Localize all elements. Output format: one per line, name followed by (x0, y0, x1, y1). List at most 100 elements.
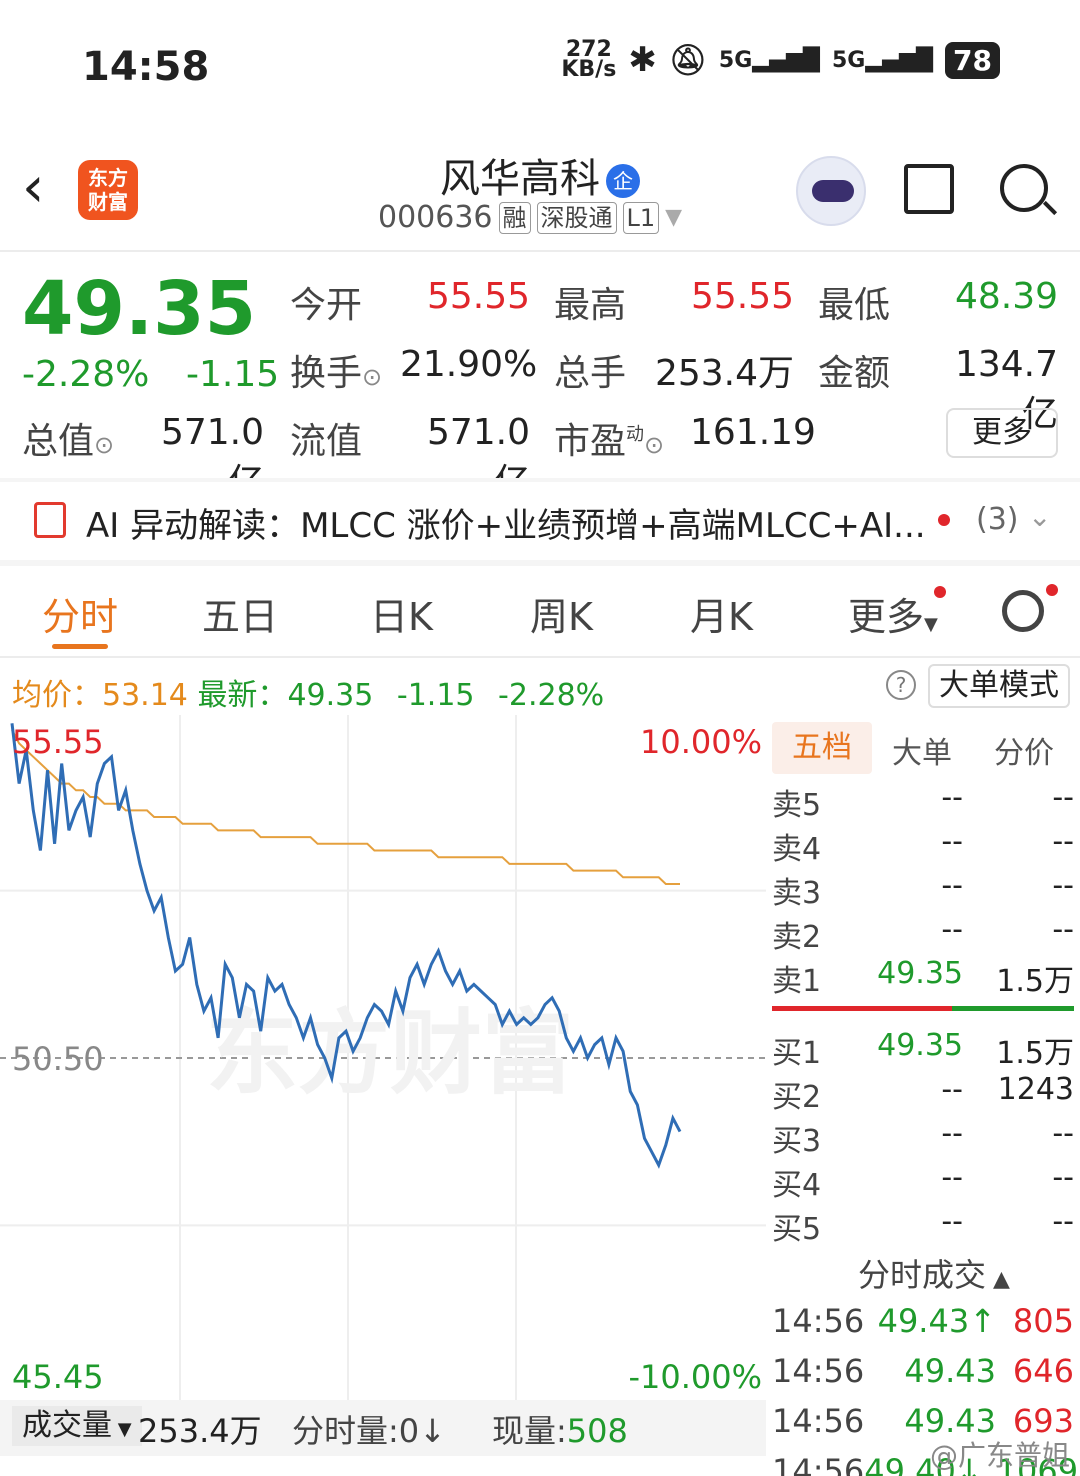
sell-level-row[interactable]: 卖5 -- -- (772, 780, 1074, 824)
float-cap-label: 流值 (290, 421, 363, 462)
pe-label: 市盈动⊙ (554, 421, 665, 462)
info-icon: ⊙ (644, 431, 665, 459)
gear-icon[interactable] (1002, 590, 1044, 632)
volume-label: 总手 (554, 353, 627, 394)
buy-level-price: 49.35 (877, 1028, 963, 1063)
buy-level-volume: -- (1052, 1116, 1074, 1151)
sell-level-volume: -- (1052, 912, 1074, 947)
buy-level-label: 买5 (772, 1212, 822, 1247)
sell-ratio-bar (772, 1006, 952, 1011)
volume-selector[interactable]: 成交量 ▼ (12, 1406, 142, 1446)
buy-level-row[interactable]: 买3 -- -- (772, 1116, 1074, 1160)
trades-title[interactable]: 分时成交 ▲ (858, 1250, 1010, 1296)
sell-level-price: -- (941, 912, 963, 947)
turnover-label: 换手⊙ (290, 353, 383, 394)
avg-value: 53.14 (102, 678, 188, 713)
sell-level-row[interactable]: 卖2 -- -- (772, 912, 1074, 956)
ai-insight-text[interactable]: AI 异动解读：MLCC 涨价+业绩预增+高端MLCC+AI... (86, 498, 926, 547)
y-tick-low: 45.45 (12, 1358, 104, 1396)
credit-watermark: @广东普姐 (930, 1439, 1071, 1472)
tab-monthly-k[interactable]: 月K (690, 586, 753, 641)
buy-level-row[interactable]: 买5 -- -- (772, 1204, 1074, 1248)
trade-volume: 646 (1012, 1352, 1074, 1390)
ai-assistant-icon[interactable] (796, 156, 866, 226)
pct-value: -2.28% (498, 678, 605, 713)
sell-level-label: 卖5 (772, 788, 822, 823)
intraday-chart[interactable]: 东方财富 55.55 50.50 45.45 10.00% -10.00% (0, 715, 766, 1401)
ai-document-icon (34, 502, 66, 538)
sell-level-row[interactable]: 卖3 -- -- (772, 868, 1074, 912)
buy-level-label: 买3 (772, 1124, 822, 1159)
net-speed-unit: KB/s (561, 57, 617, 82)
net-speed: 272 KB/s (561, 39, 617, 82)
tab-big-orders[interactable]: 大单 (892, 728, 952, 772)
buy-ratio-bar (952, 1006, 1074, 1011)
buy-level-price: -- (941, 1160, 963, 1195)
tab-daily-k[interactable]: 日K (370, 586, 433, 641)
pe-value: 161.19 (690, 412, 816, 453)
mute-icon: 🔕︎ (668, 42, 707, 78)
tab-more-dot (934, 586, 946, 598)
buy-level-row[interactable]: 买1 49.35 1.5万 (772, 1028, 1074, 1072)
tab-five-day[interactable]: 五日 (202, 586, 278, 641)
low-label: 最低 (818, 285, 891, 326)
search-icon[interactable] (1000, 164, 1048, 212)
stock-code-row[interactable]: 000636 融 深股通 L1 ▼ (378, 200, 682, 235)
trade-price: 49.43 (904, 1352, 996, 1390)
tab-weekly-k[interactable]: 周K (530, 586, 593, 641)
tab-intraday[interactable]: 分时 (42, 586, 118, 641)
tab-five-levels[interactable]: 五档 (772, 722, 872, 774)
trade-volume: 805 (1012, 1302, 1074, 1340)
tag-margin: 融 (498, 201, 531, 234)
more-button[interactable]: 更多 (946, 408, 1058, 458)
y-tick-right-high: 10.00% (640, 723, 762, 761)
chg-value: -1.15 (396, 678, 475, 713)
low-value: 48.39 (954, 276, 1058, 317)
chart-info-row: 均价：53.14 最新：49.35 -1.15 -2.28% (12, 670, 604, 714)
open-label: 今开 (290, 285, 363, 326)
big-order-mode-button[interactable]: 大单模式 (928, 664, 1070, 708)
sell-level-label: 卖2 (772, 920, 822, 955)
open-value: 55.55 (426, 276, 530, 317)
buy-level-label: 买4 (772, 1168, 822, 1203)
signal-5g-icon-2: 5G▂▄▆█ (831, 47, 934, 73)
status-icons: 272 KB/s ✱ 🔕︎ 5G▂▄▆█ 5G▂▄▆█ 78 (561, 39, 1000, 82)
last-label: 最新： (197, 678, 288, 713)
info-icon: ⊙ (362, 363, 383, 391)
stock-code: 000636 (378, 200, 493, 235)
sell-level-price: -- (941, 868, 963, 903)
chevron-down-icon[interactable]: ⌄ (1028, 500, 1051, 533)
last-price: 49.35 (22, 266, 257, 352)
battery-icon: 78 (945, 41, 1000, 79)
dropdown-icon[interactable]: ▼ (665, 205, 682, 230)
current-volume: 现量:508 (492, 1412, 628, 1450)
unread-dot (938, 514, 950, 526)
change-percent: -2.28% (22, 354, 150, 395)
sell-level-label: 卖1 (772, 964, 822, 999)
tab-active-indicator (52, 644, 108, 649)
trade-row: 14:56 49.43↑ 805 (772, 1302, 1074, 1340)
buy-level-volume: -- (1052, 1204, 1074, 1239)
volume-value: 253.4万 (654, 353, 794, 394)
sell-level-volume: -- (1052, 868, 1074, 903)
avg-label: 均价： (12, 678, 102, 713)
status-time: 14:58 (82, 44, 210, 90)
buy-level-price: -- (941, 1116, 963, 1151)
y-tick-high: 55.55 (12, 723, 104, 761)
share-icon[interactable] (904, 164, 954, 214)
tab-more[interactable]: 更多▼ (848, 586, 938, 641)
buy-level-price: -- (941, 1204, 963, 1239)
buy-level-price: -- (941, 1072, 963, 1107)
buy-level-row[interactable]: 买2 -- 1243 (772, 1072, 1074, 1116)
help-icon[interactable]: ? (886, 670, 916, 700)
divider (0, 560, 1080, 566)
change-amount: -1.15 (186, 354, 280, 395)
buy-level-row[interactable]: 买4 -- -- (772, 1160, 1074, 1204)
avg-price-line (11, 729, 680, 885)
tab-price-dist[interactable]: 分价 (994, 728, 1054, 772)
trade-time: 14:56 (772, 1452, 865, 1476)
market-cap-label: 总值⊙ (22, 421, 115, 462)
sell-level-row[interactable]: 卖4 -- -- (772, 824, 1074, 868)
sell-level-row[interactable]: 卖1 49.35 1.5万 (772, 956, 1074, 1000)
trade-price: 49.43↑ (877, 1302, 996, 1340)
